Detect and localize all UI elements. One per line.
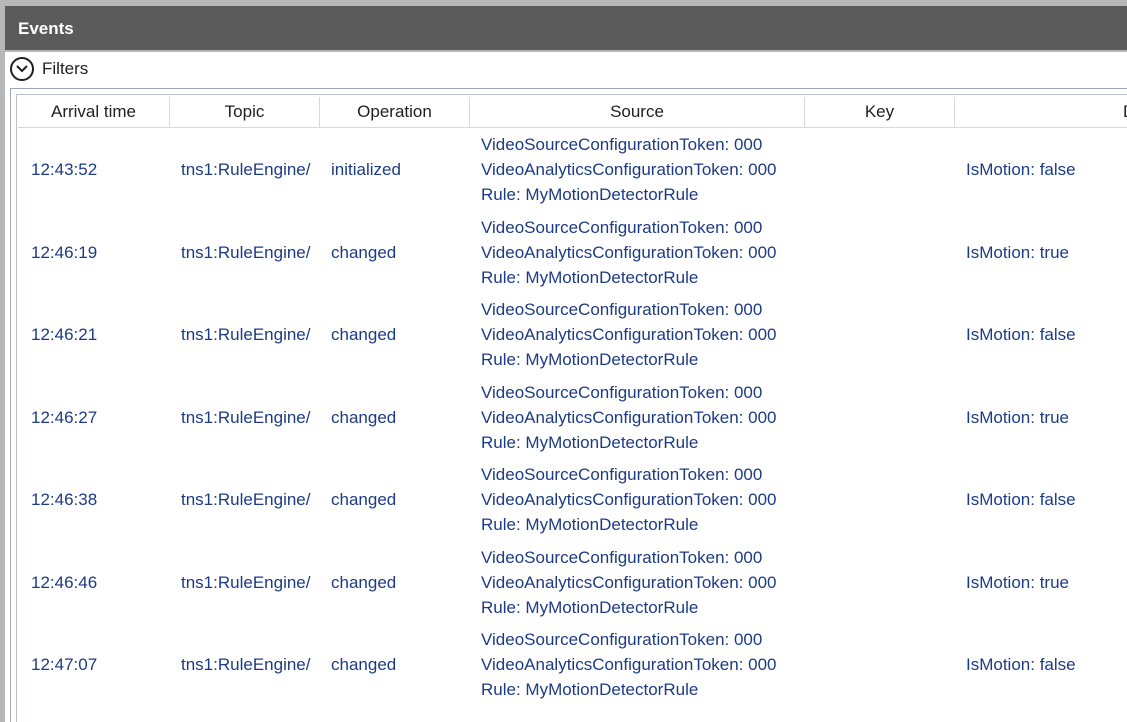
- cell-data: IsMotion: true: [966, 408, 1069, 427]
- cell-data: IsMotion: false: [966, 655, 1076, 674]
- cell-operation: changed: [331, 490, 397, 509]
- cell-source-line: Rule: MyMotionDetectorRule: [481, 680, 699, 699]
- column-header-label: Source: [610, 102, 664, 121]
- cell-source-line: Rule: MyMotionDetectorRule: [481, 350, 699, 369]
- cell-operation: changed: [331, 243, 397, 262]
- cell-source-line: VideoSourceConfigurationToken: 000: [481, 300, 763, 319]
- cell-operation: changed: [331, 408, 397, 427]
- cell-arrival-time: 12:46:21: [31, 325, 98, 344]
- cell-arrival-time: 12:46:27: [31, 408, 98, 427]
- left-frame-edge: [0, 52, 5, 722]
- cell-data: IsMotion: true: [966, 243, 1069, 262]
- table-row[interactable]: 12:47:07 tns1:RuleEngine/ changed VideoS…: [17, 627, 1127, 709]
- filters-label: Filters: [42, 59, 89, 78]
- cell-topic: tns1:RuleEngine/: [181, 160, 311, 179]
- column-header-topic[interactable]: Topic: [170, 97, 320, 128]
- table-row[interactable]: 12:46:27 tns1:RuleEngine/ changed VideoS…: [17, 380, 1127, 462]
- cell-operation: changed: [331, 655, 397, 674]
- cell-source-line: VideoAnalyticsConfigurationToken: 000: [481, 325, 777, 344]
- table-row[interactable]: 12:46:19 tns1:RuleEngine/ changed VideoS…: [17, 215, 1127, 297]
- cell-source-line: VideoAnalyticsConfigurationToken: 000: [481, 655, 777, 674]
- cell-data: IsMotion: true: [966, 573, 1069, 592]
- cell-source-line: VideoSourceConfigurationToken: 000: [481, 218, 763, 237]
- cell-source-line: VideoAnalyticsConfigurationToken: 000: [481, 243, 777, 262]
- column-header-arrival-time[interactable]: Arrival time: [18, 97, 170, 128]
- cell-operation: initialized: [331, 160, 401, 179]
- cell-source-line: VideoSourceConfigurationToken: 000: [481, 630, 763, 649]
- column-header-label: Operation: [357, 102, 432, 121]
- cell-arrival-time: 12:46:19: [31, 243, 98, 262]
- cell-topic: tns1:RuleEngine/: [181, 490, 311, 509]
- filters-expander[interactable]: Filters: [10, 56, 88, 82]
- cell-operation: changed: [331, 573, 397, 592]
- cell-source-line: Rule: MyMotionDetectorRule: [481, 185, 699, 204]
- column-header-key[interactable]: Key: [805, 97, 955, 128]
- cell-topic: tns1:RuleEngine/: [181, 325, 311, 344]
- table-row[interactable]: 12:46:38 tns1:RuleEngine/ changed VideoS…: [17, 462, 1127, 544]
- cell-topic: tns1:RuleEngine/: [181, 655, 311, 674]
- cell-source-line: Rule: MyMotionDetectorRule: [481, 268, 699, 287]
- cell-data: IsMotion: false: [966, 490, 1076, 509]
- table-row[interactable]: 12:46:21 tns1:RuleEngine/ changed VideoS…: [17, 297, 1127, 379]
- cell-source-line: VideoSourceConfigurationToken: 000: [481, 135, 763, 154]
- cell-source-line: VideoAnalyticsConfigurationToken: 000: [481, 573, 777, 592]
- cell-source-line: VideoAnalyticsConfigurationToken: 000: [481, 490, 777, 509]
- cell-source-line: Rule: MyMotionDetectorRule: [481, 515, 699, 534]
- title-bar: Events: [5, 6, 1127, 50]
- cell-source-line: VideoSourceConfigurationToken: 000: [481, 383, 763, 402]
- cell-arrival-time: 12:46:38: [31, 490, 98, 509]
- chevron-down-icon[interactable]: [10, 57, 34, 81]
- cell-arrival-time: 12:47:07: [31, 655, 98, 674]
- cell-topic: tns1:RuleEngine/: [181, 573, 311, 592]
- cell-operation: changed: [331, 325, 397, 344]
- cell-source-line: VideoAnalyticsConfigurationToken: 000: [481, 408, 777, 427]
- column-header-label: Topic: [224, 102, 265, 121]
- cell-source-line: VideoSourceConfigurationToken: 000: [481, 548, 763, 567]
- column-header-source[interactable]: Source: [470, 97, 805, 128]
- cell-arrival-time: 12:46:46: [31, 573, 98, 592]
- column-header-operation[interactable]: Operation: [320, 97, 470, 128]
- cell-arrival-time: 12:43:52: [31, 160, 98, 179]
- cell-data: IsMotion: false: [966, 325, 1076, 344]
- window-title: Events: [18, 19, 74, 38]
- cell-source-line: Rule: MyMotionDetectorRule: [481, 433, 699, 452]
- title-bar-frame: Events: [0, 0, 1127, 52]
- column-header-data[interactable]: D: [955, 97, 1127, 128]
- cell-source-line: VideoAnalyticsConfigurationToken: 000: [481, 160, 777, 179]
- cell-data: IsMotion: false: [966, 160, 1076, 179]
- cell-source-line: VideoSourceConfigurationToken: 000: [481, 465, 763, 484]
- cell-topic: tns1:RuleEngine/: [181, 243, 311, 262]
- column-header-label: Arrival time: [50, 102, 136, 121]
- cell-source-line: Rule: MyMotionDetectorRule: [481, 598, 699, 617]
- table-row[interactable]: 12:46:46 tns1:RuleEngine/ changed VideoS…: [17, 545, 1127, 627]
- column-header-label: Key: [864, 102, 895, 121]
- column-header-label: D: [1123, 102, 1127, 122]
- cell-topic: tns1:RuleEngine/: [181, 408, 311, 427]
- table-row[interactable]: 12:43:52 tns1:RuleEngine/ initialized Vi…: [17, 132, 1127, 214]
